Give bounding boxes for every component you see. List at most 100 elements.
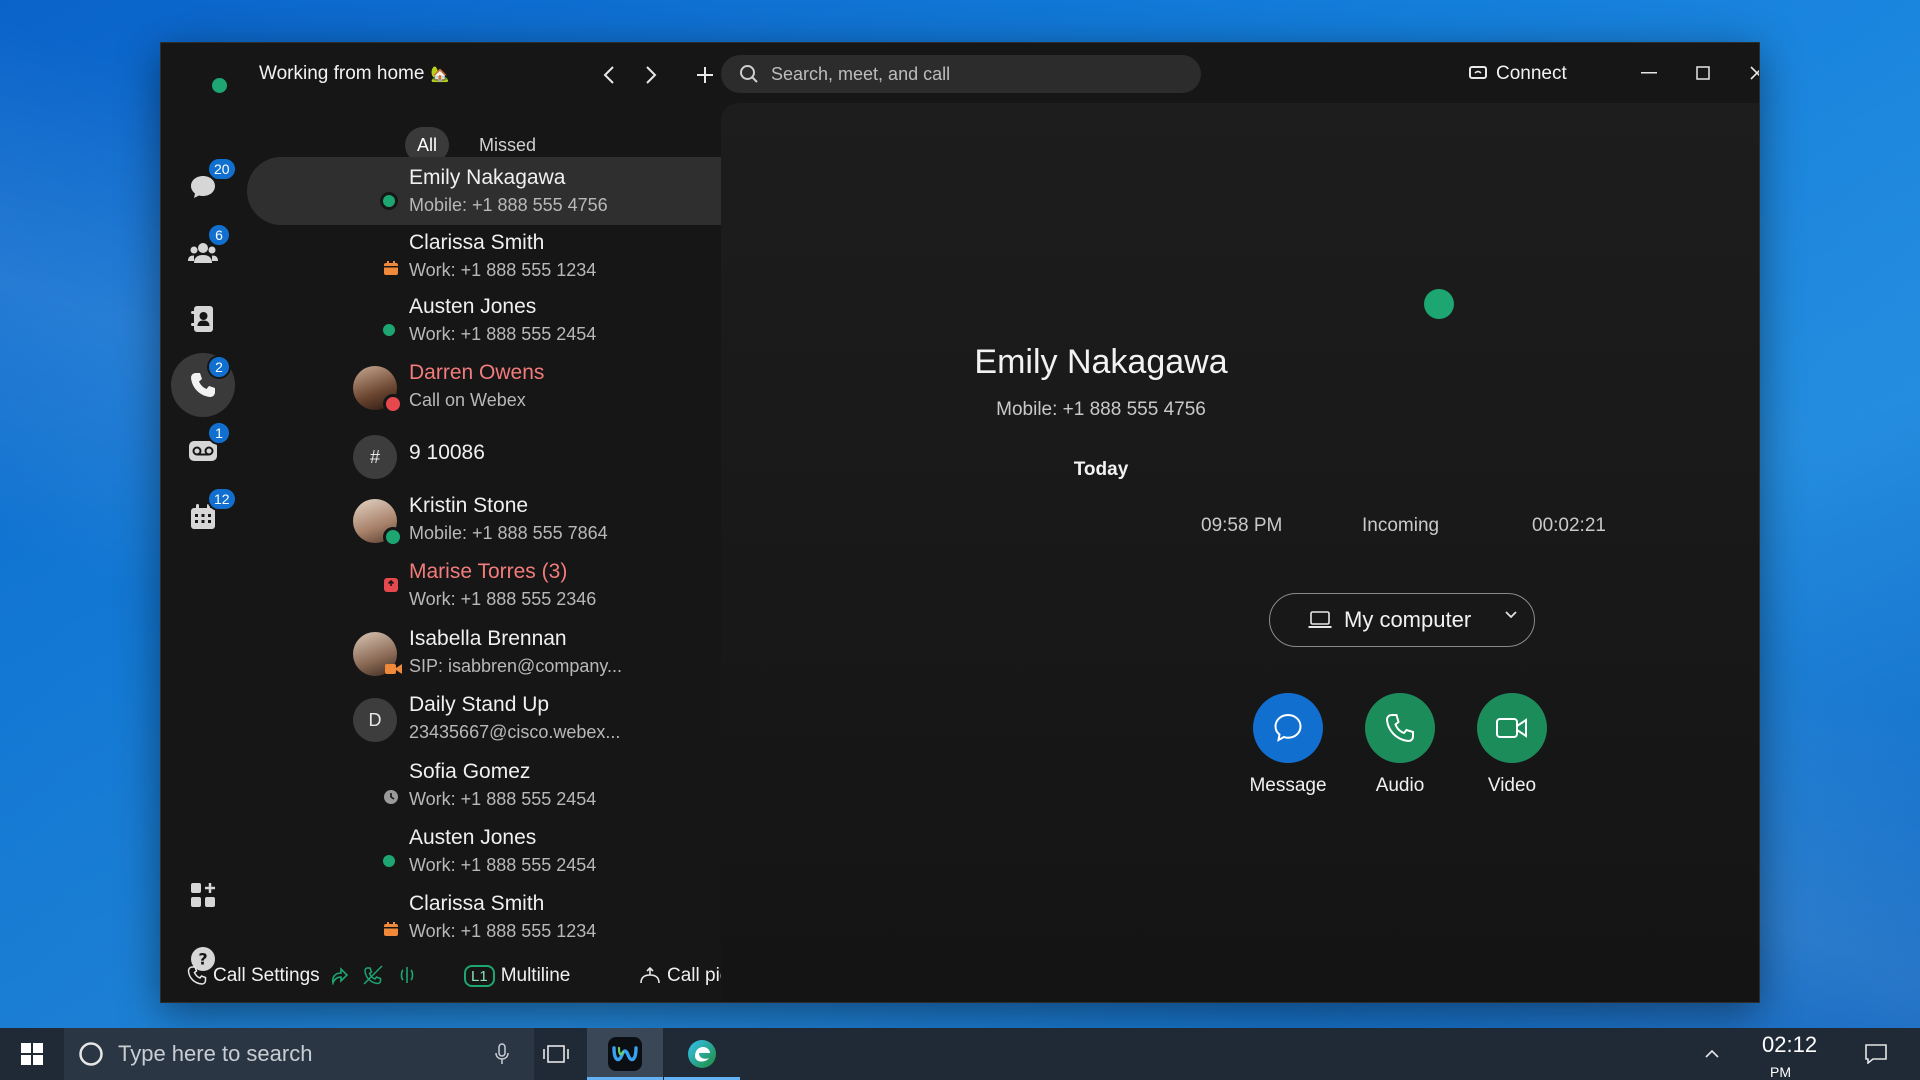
avatar: D (353, 698, 397, 742)
call-pickup-icon (640, 967, 660, 984)
back-button[interactable] (591, 57, 627, 93)
microphone-icon (495, 1043, 509, 1064)
call-forward-icon (332, 967, 349, 985)
history-day-heading: Today (1073, 459, 1129, 480)
taskbar-clock[interactable]: 02:12 (1762, 1032, 1817, 1058)
video-camera-icon (1496, 718, 1527, 738)
taskbar-search[interactable]: Type here to search (64, 1028, 534, 1080)
caller-number: Work: +1 888 555 2454 (409, 855, 597, 875)
taskbar-webex[interactable] (587, 1028, 663, 1080)
caller-name: Kristin Stone (409, 494, 529, 517)
presence-available-dot (380, 192, 398, 210)
taskbar-edge[interactable] (664, 1028, 740, 1080)
forward-button[interactable] (633, 57, 669, 93)
message-bubble-icon (1274, 713, 1302, 742)
caller-name: Austen Jones (409, 826, 537, 849)
webex-window: Working from home 🏡 Connect (160, 42, 1760, 1003)
close-button[interactable] (1735, 53, 1759, 93)
caller-name: Isabella Brennan (409, 627, 567, 650)
missed-alert-icon (384, 578, 398, 592)
away-clock-icon (384, 790, 398, 804)
caller-number: Mobile: +1 888 555 7864 (409, 523, 608, 543)
caller-name: Austen Jones (409, 295, 537, 318)
chevron-left-icon (603, 66, 614, 84)
in-meeting-icon (385, 664, 402, 674)
search-icon (740, 65, 758, 83)
caller-name: 9 10086 (409, 441, 485, 464)
presence-available-dot (380, 321, 398, 339)
caller-name: Marise Torres (3) (409, 560, 568, 583)
connect-button[interactable]: Connect (1468, 57, 1567, 91)
cortana-circle-icon (79, 1042, 103, 1066)
multiline-button[interactable]: L1 Multiline (464, 965, 570, 987)
house-emoji-icon: 🏡 (430, 66, 450, 83)
maximize-icon (1696, 66, 1710, 80)
caller-number: Work: +1 888 555 2454 (409, 324, 597, 344)
titlebar: Working from home 🏡 Connect (161, 43, 1759, 103)
start-button[interactable] (0, 1028, 64, 1080)
taskbar-clock-suffix: PM (1770, 1064, 1791, 1080)
caller-number: 23435667@cisco.webex... (409, 722, 621, 742)
windows-logo-icon (21, 1043, 43, 1065)
task-view-button[interactable] (518, 1028, 594, 1080)
caller-name: Clarissa Smith (409, 231, 545, 254)
call-waiting-icon (400, 967, 414, 983)
call-settings-label: Call Settings (213, 965, 320, 986)
message-label: Message (1249, 775, 1327, 796)
action-center-button[interactable] (1852, 1028, 1900, 1080)
edge-browser-icon (688, 1040, 716, 1068)
phone-call-icon (1385, 714, 1414, 743)
connect-device-icon (1469, 66, 1487, 79)
caller-number: Work: +1 888 555 2454 (409, 789, 597, 809)
do-not-disturb-dot (383, 394, 403, 414)
contact-name: Emily Nakagawa (974, 343, 1228, 381)
contact-phone: Mobile: +1 888 555 4756 (996, 399, 1206, 420)
caller-number: SIP: isabbren@company... (409, 656, 623, 676)
search-bar[interactable] (721, 55, 1201, 93)
multiline-label: Multiline (500, 965, 571, 986)
status-message[interactable]: Working from home 🏡 (259, 63, 449, 85)
history-duration: 00:02:21 (1532, 515, 1606, 536)
laptop-icon (1308, 611, 1332, 628)
history-direction: Incoming (1362, 515, 1440, 536)
show-hidden-icons-button[interactable] (1688, 1028, 1736, 1080)
history-time: 09:58 PM (1201, 515, 1283, 536)
presence-status-dot[interactable] (212, 78, 227, 93)
contact-presence-dot (1424, 289, 1454, 319)
presence-available-dot (383, 527, 403, 547)
contact-detail-pane: Emily Nakagawa Mobile: +1 888 555 4756 T… (721, 103, 1759, 1002)
audio-call-button[interactable] (1365, 693, 1435, 763)
video-call-button[interactable] (1477, 693, 1547, 763)
status-text: Working from home (259, 63, 425, 84)
audio-label: Audio (1375, 775, 1425, 796)
caller-number: Work: +1 888 555 1234 (409, 921, 597, 941)
caller-name: Daily Stand Up (409, 693, 550, 716)
caller-name: Clarissa Smith (409, 892, 545, 915)
chevron-up-icon (1705, 1049, 1719, 1058)
caller-number: Call on Webex (409, 390, 526, 410)
caller-number: Work: +1 888 555 2346 (409, 589, 597, 609)
avatar: # (353, 435, 397, 479)
do-not-disturb-phone-icon (363, 965, 383, 985)
audio-device-label: My computer (1344, 607, 1472, 632)
caller-number: Mobile: +1 888 555 4756 (409, 195, 608, 215)
search-input[interactable] (771, 63, 1171, 85)
calendar-busy-icon (384, 261, 398, 275)
calendar-busy-icon (384, 922, 398, 936)
chevron-down-icon (1505, 611, 1517, 619)
caller-name: Sofia Gomez (409, 760, 531, 783)
call-status-indicators[interactable] (329, 965, 417, 985)
webex-logo-icon (608, 1037, 642, 1071)
call-settings-button[interactable]: Call Settings (187, 965, 320, 987)
audio-device-select[interactable]: My computer (1269, 593, 1535, 647)
notification-icon (1865, 1044, 1887, 1064)
task-view-icon (543, 1045, 569, 1063)
minimize-button[interactable] (1627, 53, 1671, 93)
minimize-icon (1641, 72, 1657, 74)
taskbar-search-placeholder: Type here to search (118, 1041, 313, 1066)
close-icon (1750, 66, 1759, 80)
new-button[interactable] (687, 57, 723, 93)
maximize-button[interactable] (1681, 53, 1725, 93)
chevron-right-icon (646, 66, 657, 84)
message-button[interactable] (1253, 693, 1323, 763)
